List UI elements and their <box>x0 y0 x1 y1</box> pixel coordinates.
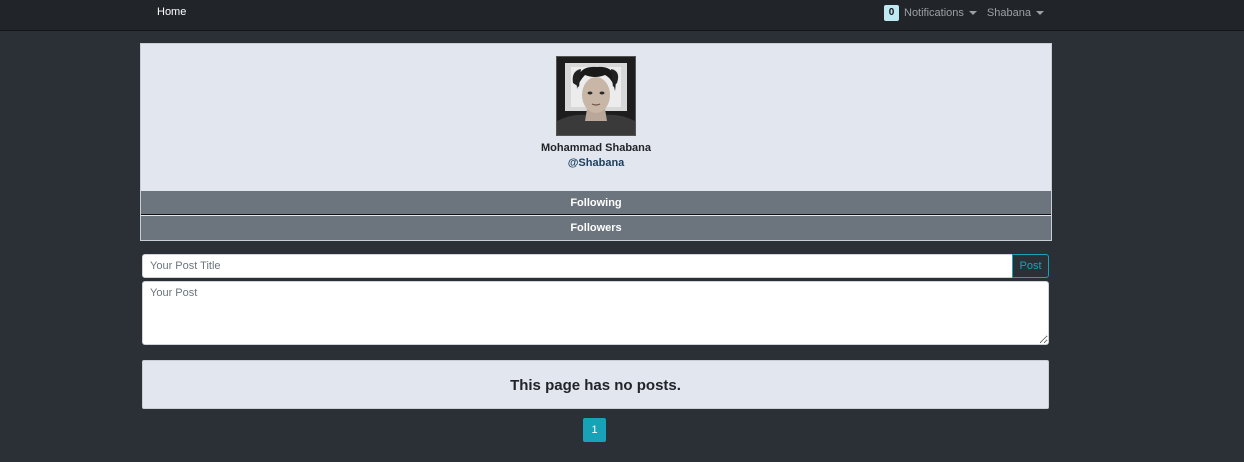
followers-button[interactable]: Followers <box>141 216 1051 240</box>
pagination-page-1[interactable]: 1 <box>583 418 606 442</box>
post-body-textarea[interactable] <box>142 281 1049 345</box>
following-button[interactable]: Following <box>141 191 1051 215</box>
avatar <box>556 56 636 136</box>
profile-handle[interactable]: @Shabana <box>141 157 1051 169</box>
caret-down-icon <box>968 10 977 15</box>
notifications-dropdown[interactable]: Notifications <box>904 7 977 19</box>
user-menu-label: Shabana <box>986 6 1031 19</box>
notifications-count-badge: 0 <box>884 4 899 21</box>
no-posts-message: This page has no posts. <box>142 360 1049 409</box>
nav-right-group: 0 Notifications Shabana <box>884 4 1044 21</box>
top-navbar: Home 0 Notifications Shabana <box>0 0 1244 31</box>
profile-name: Mohammad Shabana <box>540 142 652 154</box>
avatar-photo <box>557 57 635 135</box>
user-menu-dropdown[interactable]: Shabana <box>987 7 1044 19</box>
profile-card: Mohammad Shabana @Shabana Following Foll… <box>140 43 1052 241</box>
notifications-label: Notifications <box>904 6 964 19</box>
nav-home-link[interactable]: Home <box>157 6 186 18</box>
post-submit-button[interactable]: Post <box>1012 254 1049 278</box>
post-title-input[interactable] <box>142 254 1013 278</box>
caret-down-icon <box>1035 10 1044 15</box>
